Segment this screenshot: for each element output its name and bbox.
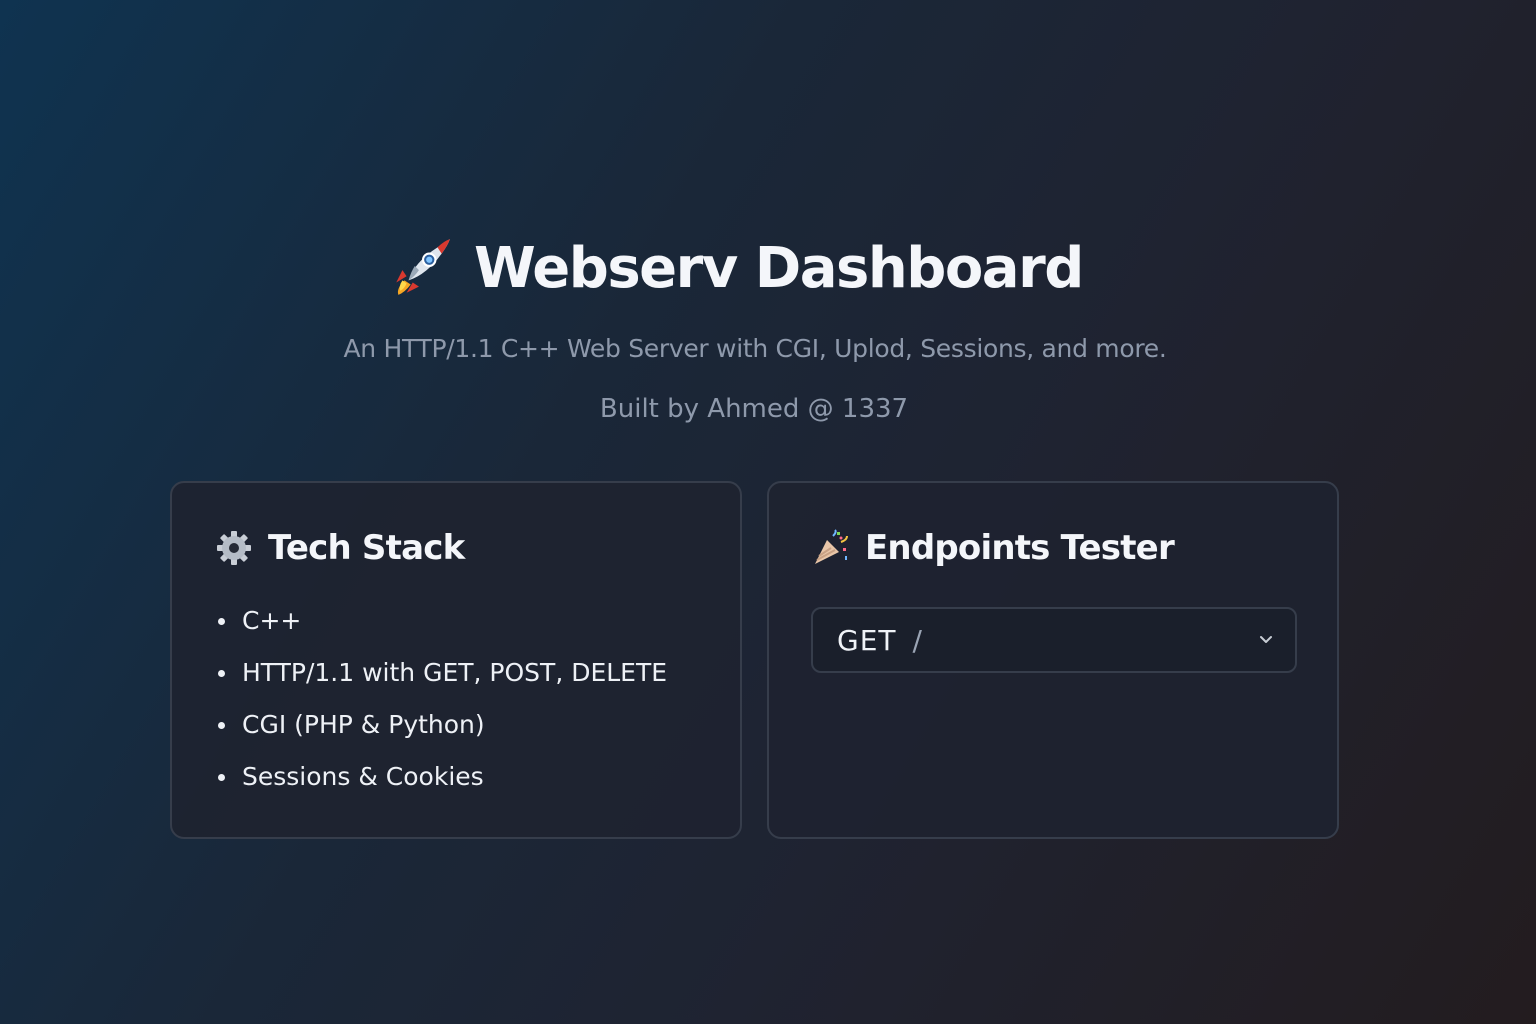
page-subtitle: An HTTP/1.1 C++ Web Server with CGI, Upl… bbox=[343, 334, 1167, 363]
endpoint-method: GET bbox=[837, 623, 897, 657]
party-popper-icon bbox=[815, 529, 848, 564]
list-item: Sessions & Cookies bbox=[216, 757, 667, 809]
endpoints-tester-title: Endpoints Tester bbox=[865, 528, 1175, 568]
endpoints-tester-header: Endpoints Tester bbox=[811, 525, 1175, 571]
page-header: Webserv Dashboard bbox=[388, 228, 1084, 308]
endpoint-select[interactable]: GET / bbox=[811, 607, 1297, 673]
tech-stack-title: Tech Stack bbox=[268, 528, 465, 568]
tech-stack-header: Tech Stack bbox=[214, 525, 465, 571]
page-title: Webserv Dashboard bbox=[474, 235, 1084, 301]
tech-stack-list: C++ HTTP/1.1 with GET, POST, DELETE CGI … bbox=[216, 601, 667, 809]
list-item: CGI (PHP & Python) bbox=[216, 705, 667, 757]
rocket-icon bbox=[396, 239, 450, 295]
author-credit: Built by Ahmed @ 1337 bbox=[599, 394, 909, 424]
list-item: C++ bbox=[216, 601, 667, 653]
gear-icon bbox=[217, 531, 251, 565]
list-item: HTTP/1.1 with GET, POST, DELETE bbox=[216, 653, 667, 705]
tech-stack-card: Tech Stack C++ HTTP/1.1 with GET, POST, … bbox=[170, 481, 742, 839]
chevron-down-icon bbox=[1260, 636, 1272, 643]
endpoints-tester-card: Endpoints Tester GET / bbox=[767, 481, 1339, 839]
endpoint-path: / bbox=[912, 623, 922, 657]
